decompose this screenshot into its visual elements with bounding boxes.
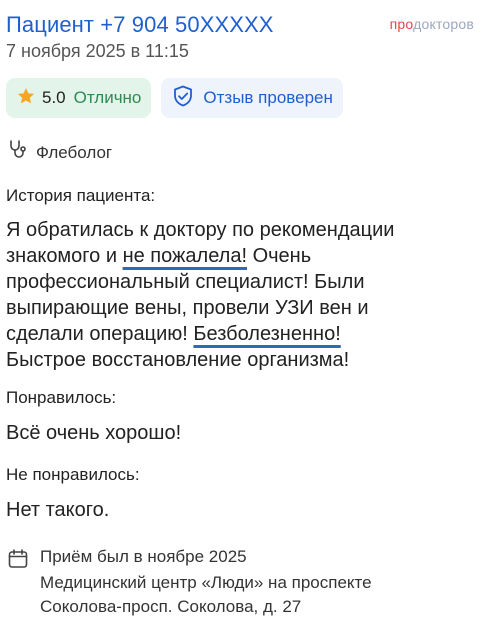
clinic-name[interactable]: Медицинский центр «Люди» на проспекте [40, 573, 372, 593]
patient-name[interactable]: Пациент +7 904 50XXXXX [6, 12, 274, 38]
calendar-icon [6, 547, 30, 576]
verified-badge[interactable]: Отзыв проверен [161, 78, 343, 118]
brand-logo-pro: про [389, 16, 414, 32]
rating-badge: 5.0 Отлично [6, 78, 152, 118]
brand-logo: продокторов [390, 16, 474, 32]
history-highlight-1: не пожалела! [122, 245, 248, 267]
disliked-title: Не понравилось: [6, 465, 140, 484]
clinic-address: Соколова-просп. Соколова, д. 27 [40, 597, 302, 616]
visit-date: Приём был в ноябре 2025 [40, 547, 247, 566]
star-icon [16, 86, 36, 111]
verified-label: Отзыв проверен [203, 88, 333, 107]
history-highlight-2: Безболезненно! [193, 323, 341, 345]
stethoscope-icon [6, 138, 30, 167]
rating-score: 5.0 [42, 88, 66, 107]
liked-title: Понравилось: [6, 388, 117, 407]
rating-grade: Отлично [73, 88, 142, 107]
brand-logo-rest: докторов [413, 16, 474, 32]
review-date: 7 ноября 2025 в 11:15 [6, 41, 189, 61]
disliked-text: Нет такого. [6, 499, 110, 521]
specialty-label: Флеболог [36, 142, 113, 162]
history-text-3: Быстрое восстановление организма! [6, 349, 350, 371]
history-text: Я обратилась к доктору по рекомендации з… [6, 217, 426, 373]
review-header: Пациент +7 904 50XXXXX 7 ноября 2025 в 1… [6, 10, 476, 66]
badges-row: 5.0 Отлично Отзыв проверен [6, 78, 343, 118]
shield-check-icon [171, 84, 195, 113]
specialty: Флеболог [6, 138, 112, 167]
liked-text: Всё очень хорошо! [6, 422, 182, 444]
history-title: История пациента: [6, 186, 156, 205]
